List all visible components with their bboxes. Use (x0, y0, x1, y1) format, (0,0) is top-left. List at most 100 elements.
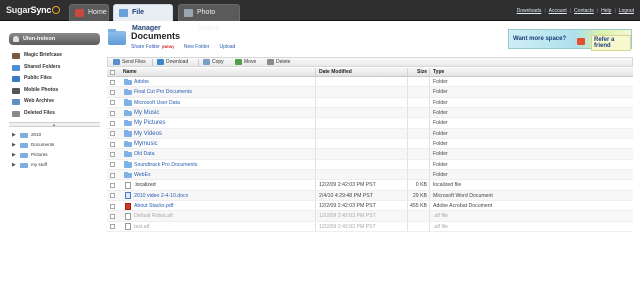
file-name[interactable]: Soundtrack Pro Documents (134, 160, 314, 169)
sidebar-item-label: Magic Briefcase (24, 52, 63, 58)
table-row[interactable]: Microsoft User Data Folder (107, 97, 633, 109)
file-name[interactable]: My Videos (134, 129, 314, 138)
sidebar-item-shared-folders[interactable]: Shared Folders (9, 62, 100, 74)
table-row[interactable]: My Pictures Folder (107, 118, 633, 129)
sidebar-item-web-archive[interactable]: Web Archive (9, 96, 100, 108)
folder-icon (124, 140, 132, 148)
row-checkbox[interactable] (110, 203, 115, 209)
logout-link[interactable]: Logout (619, 8, 634, 14)
row-checkbox[interactable] (110, 151, 115, 157)
tree-item-pictures[interactable]: ▶ Pictures (9, 150, 100, 160)
account-link[interactable]: Account (549, 8, 567, 14)
row-checkbox[interactable] (110, 162, 115, 168)
tree-item-documents[interactable]: ▶ Documents (9, 140, 100, 150)
expand-arrow-icon[interactable]: ▶ (12, 140, 16, 150)
file-date-modified (315, 128, 407, 139)
file-name[interactable]: Old Data (134, 149, 314, 158)
share-folder-link[interactable]: Share Folder (131, 44, 160, 50)
copy-button[interactable]: Copy (201, 58, 224, 67)
public-files-icon (12, 76, 20, 82)
download-button[interactable]: Download (155, 58, 188, 67)
user-menu-button[interactable]: Ulon-Ireleon (9, 33, 100, 45)
file-name[interactable]: My Pictures (134, 118, 314, 127)
row-checkbox[interactable] (110, 182, 115, 188)
table-row[interactable]: My Music Folder (107, 108, 633, 119)
tab-photo-gallery[interactable]: Photo Gallery (178, 4, 240, 32)
table-row[interactable]: Mymusic Folder (107, 139, 633, 150)
table-row[interactable]: Old Data Folder (107, 149, 633, 160)
file-date-modified (315, 149, 407, 159)
file-name[interactable]: About Stacks.pdf (134, 201, 314, 210)
help-link[interactable]: Help (601, 8, 611, 14)
sugarsync-logo[interactable]: SugarSync (6, 5, 61, 15)
upload-link[interactable]: Upload (219, 44, 235, 50)
row-checkbox[interactable] (110, 141, 115, 147)
copy-icon (203, 59, 210, 65)
table-row[interactable]: Adobe Folder (107, 77, 633, 88)
table-row[interactable]: Default Robot.alf 12/2/09 2:42:03 PM PST.… (107, 211, 633, 222)
column-header-size[interactable]: Size (407, 68, 429, 76)
sidebar-resize-handle[interactable]: ▲ (9, 122, 100, 127)
downloads-link[interactable]: Downloads (517, 8, 542, 14)
table-row[interactable]: Soundtrack Pro Documents Folder (107, 159, 633, 171)
row-checkbox[interactable] (110, 193, 115, 199)
tree-item-my-stuff[interactable]: ▶ my stuff (9, 160, 100, 170)
row-checkbox[interactable] (110, 172, 115, 178)
pdf-document-icon (125, 202, 131, 210)
expand-arrow-icon[interactable]: ▶ (12, 150, 16, 160)
send-icon (113, 59, 120, 65)
column-header-date[interactable]: Date Modified (315, 68, 407, 76)
refer-friend-button[interactable]: Refer a friend (591, 35, 631, 51)
promo-text: Want more space? (513, 36, 567, 42)
delete-button[interactable]: Delete (265, 58, 290, 67)
file-date-modified (315, 97, 407, 108)
file-name[interactable]: Microsoft User Data (134, 98, 314, 107)
table-row[interactable]: Final Cut Pro Documents Folder (107, 87, 633, 98)
column-header-type[interactable]: Type (429, 68, 549, 76)
table-row[interactable]: .localized 12/2/09 2:42:03 PM PST 0 KB loca… (107, 180, 633, 191)
table-row[interactable]: My Videos Folder (107, 128, 633, 140)
file-name[interactable]: Adobe (134, 77, 314, 86)
row-checkbox[interactable] (110, 213, 115, 219)
file-name[interactable]: My Music (134, 108, 314, 117)
table-row[interactable]: About Stacks.pdf 12/2/09 2:42:03 PM PST 45… (107, 201, 633, 212)
file-name[interactable]: 2010 video 2-4-10.docx (134, 191, 314, 200)
select-all-checkbox[interactable] (110, 70, 115, 75)
file-name[interactable]: test.alf (134, 222, 314, 231)
file-name[interactable]: .localized (134, 180, 314, 189)
tree-item-2010[interactable]: ▶ 2010 (9, 130, 100, 140)
file-date-modified (315, 108, 407, 118)
expand-arrow-icon[interactable]: ▶ (12, 160, 16, 170)
web-archive-icon (12, 99, 20, 105)
table-row[interactable]: test.alf 12/2/09 2:42:03 PM PST .alf file (107, 221, 633, 233)
send-files-button[interactable]: Send Files (111, 58, 146, 67)
expand-arrow-icon[interactable]: ▶ (12, 130, 16, 140)
column-header-name[interactable]: Name (123, 68, 313, 76)
row-checkbox[interactable] (110, 110, 115, 116)
folder-icon (124, 78, 132, 85)
row-checkbox[interactable] (110, 100, 115, 106)
move-button[interactable]: Move (233, 58, 256, 67)
refer-friend-banner[interactable]: Want more space? Refer a friend (508, 29, 632, 51)
table-row[interactable]: WebEx Folder (107, 170, 633, 181)
sidebar-item-magic-briefcase[interactable]: Magic Briefcase (9, 50, 100, 62)
file-name[interactable]: Final Cut Pro Documents (134, 87, 314, 96)
page-title: Documents (131, 31, 181, 41)
sidebar-item-mobile-photos[interactable]: Mobile Photos (9, 85, 100, 97)
row-checkbox[interactable] (110, 120, 115, 126)
contacts-link[interactable]: Contacts (574, 8, 594, 14)
sidebar-item-deleted-files[interactable]: Deleted Files (9, 108, 100, 120)
file-name[interactable]: Default Robot.alf (134, 211, 314, 220)
row-checkbox[interactable] (110, 131, 115, 137)
new-folder-link[interactable]: New Folder (184, 44, 210, 50)
tab-home[interactable]: Home (69, 4, 109, 21)
row-checkbox[interactable] (110, 224, 115, 230)
tab-file-manager[interactable]: File Manager (113, 4, 173, 32)
sidebar-item-public-files[interactable]: Public Files (9, 73, 100, 85)
table-row[interactable]: 2010 video 2-4-10.docx 2/4/10 4:29:48 PM … (107, 190, 633, 202)
row-checkbox[interactable] (110, 79, 115, 85)
file-name[interactable]: WebEx (134, 170, 314, 179)
file-name[interactable]: Mymusic (134, 139, 314, 148)
row-checkbox[interactable] (110, 89, 115, 95)
file-icon (125, 212, 131, 220)
